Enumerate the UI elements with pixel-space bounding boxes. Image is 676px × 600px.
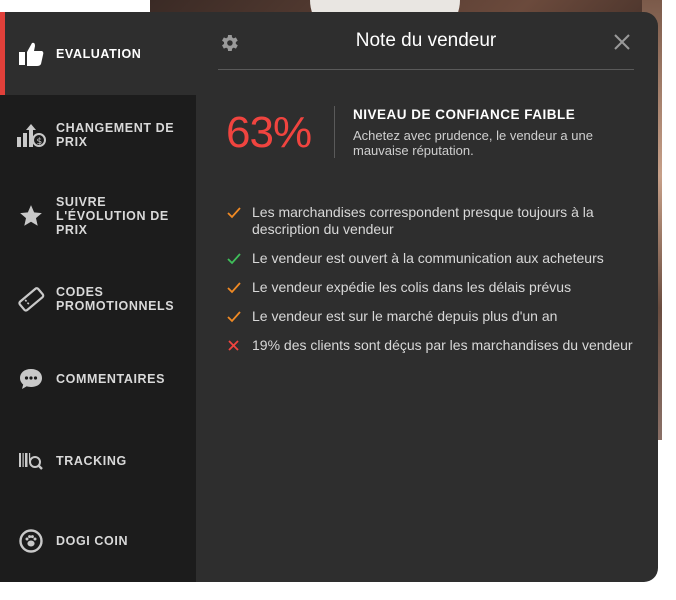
sidebar-item-label: EVALUATION xyxy=(56,46,142,61)
sidebar: EVALUATION $ CHANGEMENT DE PRIX SUIVRE L… xyxy=(0,12,196,582)
criterion-text: Le vendeur est sur le marché depuis plus… xyxy=(252,308,558,324)
seller-rating-panel: EVALUATION $ CHANGEMENT DE PRIX SUIVRE L… xyxy=(0,12,658,582)
thumbs-up-icon xyxy=(16,39,46,69)
list-item: 19% des clients sont déçus par les march… xyxy=(226,337,636,354)
criteria-list: Les marchandises correspondent presque t… xyxy=(226,204,636,366)
main-content: Note du vendeur 63% NIVEAU DE CONFIANCE … xyxy=(196,12,658,582)
check-icon xyxy=(226,309,242,325)
coupon-icon xyxy=(16,284,46,314)
barcode-search-icon xyxy=(16,446,46,476)
sidebar-item-evaluation[interactable]: EVALUATION xyxy=(0,12,196,95)
criterion-text: Les marchandises correspondent presque t… xyxy=(252,204,594,237)
sidebar-item-promo-codes[interactable]: CODES PROMOTIONNELS xyxy=(0,276,196,322)
sidebar-item-comments[interactable]: COMMENTAIRES xyxy=(0,356,196,402)
paw-coin-icon xyxy=(16,526,46,556)
sidebar-item-label: TRACKING xyxy=(56,454,127,468)
panel-header: Note du vendeur xyxy=(218,12,634,70)
star-icon xyxy=(16,201,46,231)
sidebar-item-label: DOGI COIN xyxy=(56,534,129,548)
trust-score: 63% xyxy=(226,108,312,157)
sidebar-item-price-change[interactable]: $ CHANGEMENT DE PRIX xyxy=(0,112,196,158)
comment-icon xyxy=(16,364,46,394)
criterion-text: 19% des clients sont déçus par les march… xyxy=(252,337,633,353)
trust-level-description: Achetez avec prudence, le vendeur a une … xyxy=(353,128,593,158)
close-icon[interactable] xyxy=(610,30,634,54)
sidebar-item-label: COMMENTAIRES xyxy=(56,372,166,386)
check-icon xyxy=(226,205,242,221)
list-item: Le vendeur est sur le marché depuis plus… xyxy=(226,308,636,325)
sidebar-item-label: CODES PROMOTIONNELS xyxy=(56,285,175,313)
sidebar-item-tracking[interactable]: TRACKING xyxy=(0,438,196,484)
check-icon xyxy=(226,251,242,267)
svg-text:$: $ xyxy=(37,137,43,147)
list-item: Le vendeur est ouvert à la communication… xyxy=(226,250,636,267)
list-item: Le vendeur expédie les colis dans les dé… xyxy=(226,279,636,296)
sidebar-item-price-tracking[interactable]: SUIVRE L'ÉVOLUTION DE PRIX xyxy=(0,188,196,244)
sidebar-item-dogi-coin[interactable]: DOGI COIN xyxy=(0,518,196,564)
page-title: Note du vendeur xyxy=(355,30,497,51)
score-divider xyxy=(334,106,335,158)
sidebar-item-label: CHANGEMENT DE PRIX xyxy=(56,121,175,149)
trust-level-title: NIVEAU DE CONFIANCE FAIBLE xyxy=(353,107,576,122)
criterion-text: Le vendeur expédie les colis dans les dé… xyxy=(252,279,572,295)
price-chart-icon: $ xyxy=(16,120,46,150)
criterion-text: Le vendeur est ouvert à la communication… xyxy=(252,250,604,266)
cross-icon xyxy=(226,338,242,354)
sidebar-item-label: SUIVRE L'ÉVOLUTION DE PRIX xyxy=(56,195,169,237)
check-icon xyxy=(226,280,242,296)
list-item: Les marchandises correspondent presque t… xyxy=(226,204,636,238)
